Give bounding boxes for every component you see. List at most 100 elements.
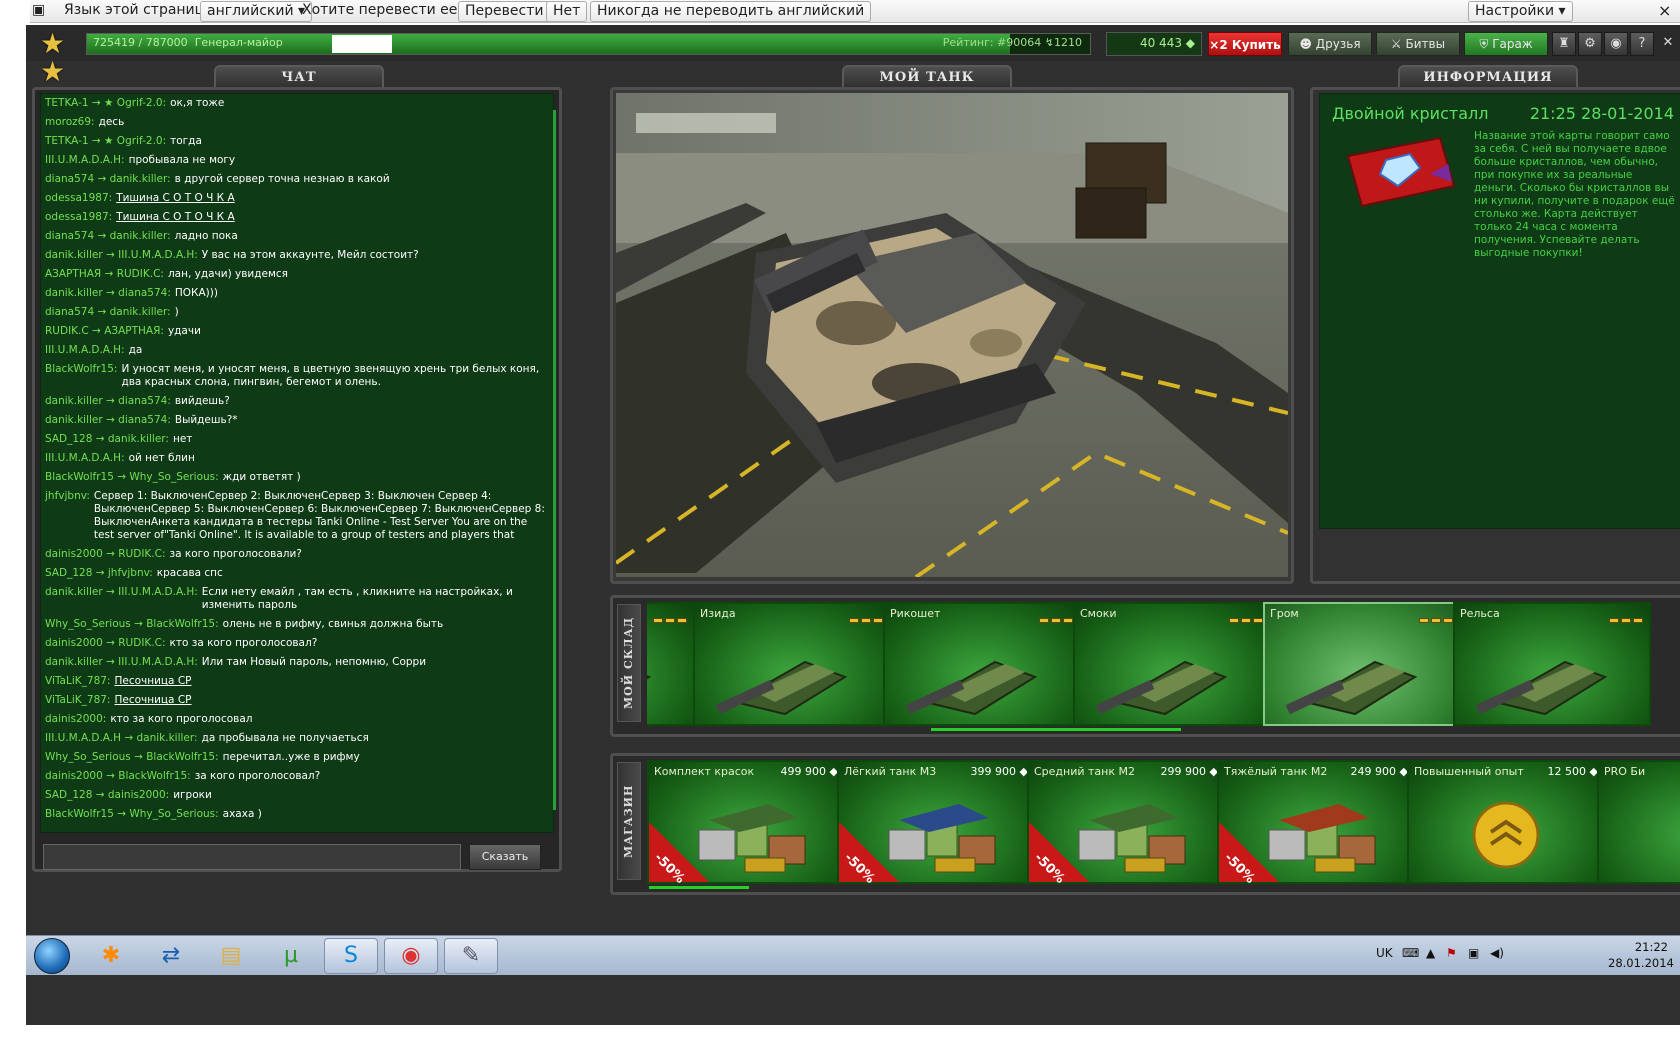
warehouse-item[interactable] [647,602,695,726]
chat-log[interactable]: TETKA-1 → ★ Ogrif-2.0: ок,я тоже moroz69: д… [40,93,554,833]
garage-button[interactable]: ⛨ Гараж [1464,32,1548,56]
warehouse-item[interactable]: Смоки [1073,602,1271,726]
system-clock[interactable]: 21:22 28.01.2014 [1608,939,1674,971]
chat-sender[interactable]: Why_So_Serious → BlackWolfr15: [45,751,219,764]
buy-crystals-button[interactable]: ×2 Купить [1208,32,1282,56]
chat-sender[interactable]: III.U.M.A.D.A.H: [45,344,125,357]
chat-message: RUDIK.C → АЗАРТНАЯ: удачи [41,322,553,341]
paint-icon[interactable]: ✎ [444,938,498,974]
chat-input[interactable] [43,844,461,870]
send-button[interactable]: Сказать [469,844,541,870]
action-center-icon[interactable]: ⚑ [1446,946,1457,960]
chat-sender[interactable]: danik.killer → III.U.M.A.D.A.H: [45,586,198,612]
tab-chat[interactable]: ЧАТ [214,65,384,89]
chat-sender[interactable]: jhfvjbnv: [45,490,90,542]
chat-sender[interactable]: SAD_128 → dainis2000: [45,789,169,802]
chat-sender[interactable]: dainis2000 → RUDIK.C: [45,637,166,650]
chat-sender[interactable]: BlackWolfr15 → Why_So_Serious: [45,808,219,821]
translate-settings-button[interactable]: Настройки ▾ [1468,1,1573,22]
translate-button[interactable]: Перевести [458,1,551,22]
gear-icon[interactable]: ⚙ [1578,32,1602,56]
tank-preview[interactable] [616,93,1288,577]
chat-sender[interactable]: diana574 → danik.killer: [45,306,171,319]
chat-sender[interactable]: danik.killer → diana574: [45,414,171,427]
chat-sender[interactable]: АЗАРТНАЯ → RUDIK.C: [45,268,164,281]
folder-icon[interactable]: ▤ [204,938,258,974]
shop-item[interactable]: Тяжёлый танк М2 249 900 ◆ -50% [1217,760,1415,884]
close-icon[interactable]: × [1658,1,1671,20]
chat-sender[interactable]: BlackWolfr15: [45,363,117,389]
chat-sender[interactable]: ViTaLiK_787: [45,694,110,707]
shop-item[interactable]: Средний танк М2 299 900 ◆ -50% [1027,760,1225,884]
warehouse-item[interactable]: Рельса [1453,602,1651,726]
volume-icon[interactable]: ◀) [1490,946,1504,960]
warehouse-item[interactable]: Гром [1263,602,1461,726]
chat-sender[interactable]: RUDIK.C → АЗАРТНАЯ: [45,325,164,338]
close-game-icon[interactable]: ✕ [1656,32,1680,56]
chat-sender[interactable]: danik.killer → diana574: [45,287,171,300]
chat-sender[interactable]: dainis2000: [45,713,106,726]
clan-icon[interactable]: ♜ [1552,32,1576,56]
start-button[interactable] [34,938,70,974]
tab-my-tank[interactable]: МОЙ ТАНК [842,65,1012,89]
network-icon[interactable]: ▣ [1468,946,1479,960]
chat-sender[interactable]: diana574 → danik.killer: [45,230,171,243]
chat-text[interactable]: Тишина С О Т О Ч К А [112,192,549,205]
chat-sender[interactable]: Why_So_Serious → BlackWolfr15: [45,618,219,631]
chat-sender[interactable]: dainis2000 → BlackWolfr15: [45,770,191,783]
chat-sender[interactable]: danik.killer → diana574: [45,395,171,408]
skype-icon[interactable]: S [324,938,378,974]
chat-sender[interactable]: SAD_128 → danik.killer: [45,433,169,446]
tab-warehouse[interactable]: МОЙ СКЛАД [617,604,641,722]
chat-scrollbar[interactable] [553,110,556,810]
shop-item[interactable]: Повышенный опыт 12 500 ◆ [1407,760,1605,884]
tray-expand-icon[interactable]: ▲ [1426,946,1435,960]
chat-sender[interactable]: III.U.M.A.D.A.H: [45,154,125,167]
battles-button[interactable]: ⚔ Битвы [1376,32,1460,56]
item-price: 249 900 ◆ [1350,765,1408,778]
chat-sender[interactable]: SAD_128 → jhfvjbnv: [45,567,153,580]
chat-sender[interactable]: III.U.M.A.D.A.H → danik.killer: [45,732,198,745]
chat-sender[interactable]: danik.killer → III.U.M.A.D.A.H: [45,656,198,669]
chat-sender[interactable]: odessa1987: [45,211,112,224]
no-button[interactable]: Нет [546,1,588,22]
chat-sender[interactable]: dainis2000 → RUDIK.C: [45,548,166,561]
vlc-icon[interactable]: ✱ [84,938,138,974]
chat-sender[interactable]: ViTaLiK_787: [45,675,110,688]
chat-text: кто за кого проголосовал [110,713,253,725]
friends-button[interactable]: ☻ Друзья [1288,32,1372,56]
keyboard-icon[interactable]: ⌨ [1402,946,1419,960]
item-name: PRO Би [1604,765,1646,778]
language-select[interactable]: английский ▾ [200,1,313,22]
chat-sender[interactable]: III.U.M.A.D.A.H: [45,452,125,465]
chat-text[interactable]: Песочница СР [110,694,549,707]
teamviewer-icon[interactable]: ⇄ [144,938,198,974]
news-title: Двойной кристалл [1332,104,1489,123]
warehouse-item[interactable]: Рикошет [883,602,1081,726]
chrome-icon[interactable]: ◉ [384,938,438,974]
language-indicator[interactable]: UK [1376,946,1393,960]
warehouse-item[interactable]: Изида [693,602,891,726]
utorrent-icon[interactable]: µ [264,938,318,974]
chat-sender[interactable]: odessa1987: [45,192,112,205]
chat-text: вийдешь? [174,395,230,407]
shop-item[interactable]: Лёгкий танк М3 399 900 ◆ -50% [837,760,1035,884]
chat-text[interactable]: Песочница СР [110,675,549,688]
shop-item[interactable]: PRO Би [1597,760,1680,884]
chat-sender[interactable]: danik.killer → III.U.M.A.D.A.H: [45,249,198,262]
tab-shop[interactable]: МАГАЗИН [617,762,641,880]
shop-scroll-indicator[interactable] [649,886,749,889]
chat-sender[interactable]: BlackWolfr15 → Why_So_Serious: [45,471,219,484]
chat-sender[interactable]: TETKA-1 → ★ Ogrif-2.0: [45,97,166,110]
help-icon[interactable]: ? [1630,32,1654,56]
shop-item[interactable]: Комплект красок 499 900 ◆ -50% [647,760,845,884]
chat-sender[interactable]: TETKA-1 → ★ Ogrif-2.0: [45,135,166,148]
never-translate-button[interactable]: Никогда не переводить английский [590,1,872,22]
chat-sender[interactable]: moroz69: [45,116,95,129]
warehouse-scroll-indicator[interactable] [931,728,1181,731]
chat-text[interactable]: Тишина С О Т О Ч К А [112,211,549,224]
tab-info[interactable]: ИНФОРМАЦИЯ [1398,65,1578,89]
chat-text: лан, удачи) увидемся [167,268,288,280]
chat-sender[interactable]: diana574 → danik.killer: [45,173,171,186]
sound-icon[interactable]: ◉ [1604,32,1628,56]
